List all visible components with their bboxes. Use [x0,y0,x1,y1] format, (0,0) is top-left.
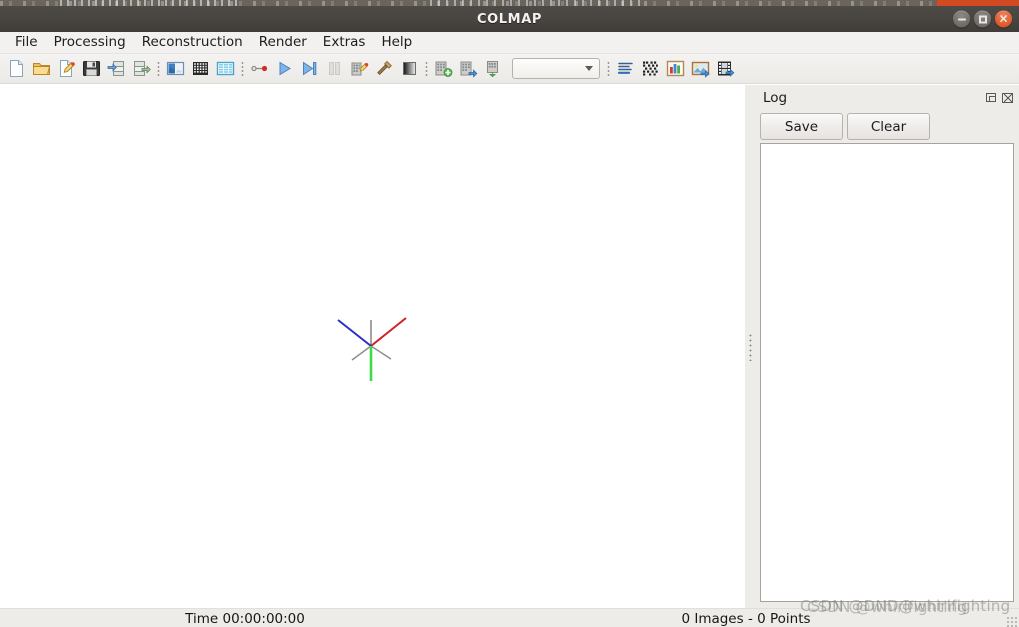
status-counts-label: 0 Images - 0 Points [681,611,811,627]
export-model-icon [134,61,151,76]
previous-model-icon [487,61,498,78]
open-project-button[interactable] [29,56,54,81]
show-log-button[interactable] [613,56,638,81]
menu-render[interactable]: Render [251,32,315,53]
add-model-icon [435,61,453,77]
dense-reconstruction-icon [377,60,392,76]
new-project-icon [10,60,23,77]
maximize-button[interactable] [974,10,991,28]
render-options-button[interactable] [397,56,422,81]
automatic-reconstruction-icon [251,65,268,72]
bundle-adjustment-icon [351,62,369,76]
grab-movie-button[interactable] [688,56,713,81]
log-clear-button[interactable]: Clear [847,113,930,140]
feature-matching-icon [193,62,208,75]
float-panel-icon[interactable] [986,92,998,104]
start-reconstruction-icon [279,61,291,76]
save-project-icon [83,61,100,76]
neg-y-axis-line [370,345,392,360]
statistics-button[interactable] [663,56,688,81]
import-model-icon [107,61,124,76]
minimize-button[interactable] [953,10,970,28]
start-reconstruction-button[interactable] [272,56,297,81]
feature-extraction-button[interactable] [163,56,188,81]
automatic-reconstruction-button[interactable] [247,56,272,81]
window-controls: × [953,10,1012,28]
menu-help[interactable]: Help [373,32,420,53]
export-model-button[interactable] [129,56,154,81]
show-log-icon [617,62,633,74]
new-project-button[interactable] [4,56,29,81]
viewport-log-splitter[interactable] [745,85,755,608]
add-model-button[interactable] [431,56,456,81]
database-management-icon [216,61,235,76]
log-panel: Log Save Clear [755,85,1019,608]
toolbar-separator [238,58,247,80]
toolbar-separator [422,58,431,80]
grab-image-button[interactable] [638,56,663,81]
chevron-down-icon [585,66,593,71]
edit-project-button[interactable] [54,56,79,81]
colmap-main-window: COLMAP × File Processing Reconstruction … [0,0,1019,627]
database-management-button[interactable] [213,56,238,81]
movie-grabber-button[interactable] [713,56,738,81]
grab-movie-icon [691,61,710,78]
bundle-adjustment-button[interactable] [347,56,372,81]
close-panel-icon[interactable] [1002,92,1014,104]
save-project-button[interactable] [79,56,104,81]
log-panel-header-icons [986,92,1014,104]
menu-extras[interactable]: Extras [315,32,374,53]
next-model-button[interactable] [456,56,481,81]
log-panel-title: Log [763,90,788,106]
model-viewport[interactable] [0,85,745,608]
menu-file[interactable]: File [7,32,46,53]
minimize-icon [957,18,966,20]
pause-reconstruction-icon [329,62,340,75]
feature-extraction-icon [166,61,185,76]
previous-model-button[interactable] [481,56,506,81]
log-panel-buttons: Save Clear [760,113,930,140]
feature-matching-button[interactable] [188,56,213,81]
title-bar: COLMAP × [0,6,1019,32]
edit-project-icon [60,60,75,77]
log-panel-header: Log [763,88,1014,108]
y-axis-line [337,319,372,347]
menu-reconstruction[interactable]: Reconstruction [134,32,251,53]
dense-reconstruction-button[interactable] [372,56,397,81]
log-save-button[interactable]: Save [760,113,843,140]
resize-grip[interactable] [1006,616,1017,627]
grab-image-icon [643,61,658,76]
close-button[interactable]: × [995,10,1012,28]
menu-bar: File Processing Reconstruction Render Ex… [0,32,1019,54]
neg-x-axis-line [351,345,372,361]
model-selector-combobox[interactable] [512,58,600,79]
menu-processing[interactable]: Processing [46,32,134,53]
open-project-icon [33,63,51,75]
import-model-button[interactable] [104,56,129,81]
window-title: COLMAP [476,11,542,27]
status-time-label: Time 00:00:00:00 [185,611,305,627]
coordinate-axis-gizmo [337,317,407,381]
pause-reconstruction-button[interactable] [322,56,347,81]
close-icon: × [998,11,1009,26]
movie-grabber-icon [718,61,735,77]
reconstruct-next-image-icon [303,61,317,76]
toolbar-separator [604,58,613,80]
next-model-icon [460,61,478,78]
x-axis-line [370,317,407,347]
log-text-area[interactable] [760,143,1014,602]
toolbar-separator [154,58,163,80]
maximize-icon [978,15,987,23]
reconstruct-next-image-button[interactable] [297,56,322,81]
main-toolbar [0,54,1019,84]
statistics-icon [666,60,685,77]
render-options-icon [403,62,416,75]
status-bar: Time 00:00:00:00 0 Images - 0 Points [0,608,1019,627]
